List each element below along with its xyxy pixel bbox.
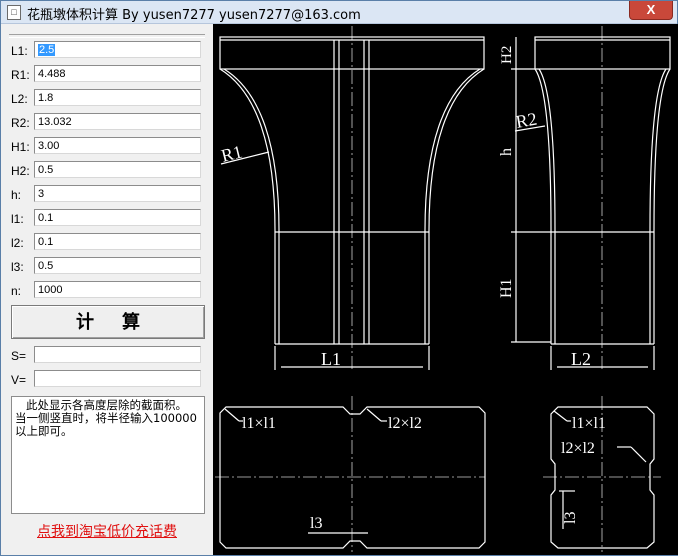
parameter-panel: L1: 2.5 R1: 4.488 L2: 1.8 R2: 13.032 H1:…	[1, 24, 213, 555]
right-elevation	[511, 36, 671, 370]
param-input-l3[interactable]: 0.5	[34, 257, 201, 274]
param-input-l2[interactable]: 1.8	[34, 89, 201, 106]
info-memo[interactable]: 此处显示各高度层除的截面积。 当一侧竖直时，将半径输入100000以上即可。	[11, 396, 205, 514]
l1xl1-label-right: l1×l1	[572, 415, 606, 432]
param-row-n: n: 1000	[1, 281, 213, 301]
param-label: H1:	[11, 140, 30, 154]
title-bar: □ 花瓶墩体积计算 By yusen7277 yusen7277@163.com…	[1, 1, 677, 24]
param-label: R2:	[11, 116, 30, 130]
param-row-l2: L2: 1.8	[1, 89, 213, 109]
result-label: S=	[11, 349, 27, 363]
param-row-h1: H1: 3.00	[1, 137, 213, 157]
param-label: L2:	[11, 92, 28, 106]
param-label: n:	[11, 284, 22, 298]
pier-drawing: R1 L1 R2 L2 H2 h H1 l1×l1 l2×l2 l3 l1×l1…	[215, 26, 671, 552]
l3-label-right: l3	[562, 512, 579, 524]
l1xl1-label-left: l1×l1	[242, 415, 276, 432]
param-input-l1-chamfer[interactable]: 0.1	[34, 209, 201, 226]
result-s-field[interactable]	[34, 346, 201, 363]
param-label: R1:	[11, 68, 30, 82]
calculate-button[interactable]: 计算	[11, 305, 205, 339]
param-input-h[interactable]: 3	[34, 185, 201, 202]
h-label: h	[498, 148, 515, 156]
param-row-l2-chamfer: l2: 0.1	[1, 233, 213, 253]
l2xl2-label-right: l2×l2	[561, 440, 595, 457]
result-row-s: S=	[1, 346, 213, 366]
h1-label: H1	[498, 278, 515, 298]
result-row-v: V=	[1, 370, 213, 390]
window-title: 花瓶墩体积计算 By yusen7277 yusen7277@163.com	[27, 8, 361, 23]
r2-label: R2	[514, 109, 538, 132]
param-row-h: h: 3	[1, 185, 213, 205]
result-v-field[interactable]	[34, 370, 201, 387]
drawing-labels: R1 L1 R2 L2 H2 h H1 l1×l1 l2×l2 l3 l1×l1…	[219, 46, 606, 532]
param-row-h2: H2: 0.5	[1, 161, 213, 181]
l1-label: L1	[321, 349, 341, 369]
param-input-n[interactable]: 1000	[34, 281, 201, 298]
param-input-r1[interactable]: 4.488	[34, 65, 201, 82]
r1-label: R1	[219, 141, 244, 165]
param-row-r1: R1: 4.488	[1, 65, 213, 85]
l3-label-left: l3	[310, 515, 322, 532]
param-row-r2: R2: 13.032	[1, 113, 213, 133]
param-input-r2[interactable]: 13.032	[34, 113, 201, 130]
param-label: l1:	[11, 212, 24, 226]
param-label: L1:	[11, 44, 28, 58]
app-icon: □	[7, 5, 21, 20]
param-label: H2:	[11, 164, 30, 178]
param-input-h2[interactable]: 0.5	[34, 161, 201, 178]
taobao-link[interactable]: 点我到淘宝低价充话费	[1, 521, 213, 541]
center-lines	[215, 26, 661, 552]
l2-label: L2	[571, 349, 591, 369]
app-window: □ 花瓶墩体积计算 By yusen7277 yusen7277@163.com…	[0, 0, 678, 556]
param-row-l3: l3: 0.5	[1, 257, 213, 277]
param-input-l1[interactable]: 2.5	[34, 41, 201, 58]
param-input-h1[interactable]: 3.00	[34, 137, 201, 154]
param-input-l2-chamfer[interactable]: 0.1	[34, 233, 201, 250]
h2-label: H2	[499, 46, 515, 64]
result-label: V=	[11, 373, 27, 387]
drawing-canvas: R1 L1 R2 L2 H2 h H1 l1×l1 l2×l2 l3 l1×l1…	[213, 24, 678, 555]
param-label: l2:	[11, 236, 24, 250]
param-row-l1: L1: 2.5	[1, 41, 213, 61]
param-row-l1-chamfer: l1: 0.1	[1, 209, 213, 229]
separator	[9, 34, 205, 38]
param-label: h:	[11, 188, 22, 202]
l2xl2-label-left: l2×l2	[388, 415, 422, 432]
param-label: l3:	[11, 260, 24, 274]
close-button[interactable]: X	[629, 1, 673, 20]
